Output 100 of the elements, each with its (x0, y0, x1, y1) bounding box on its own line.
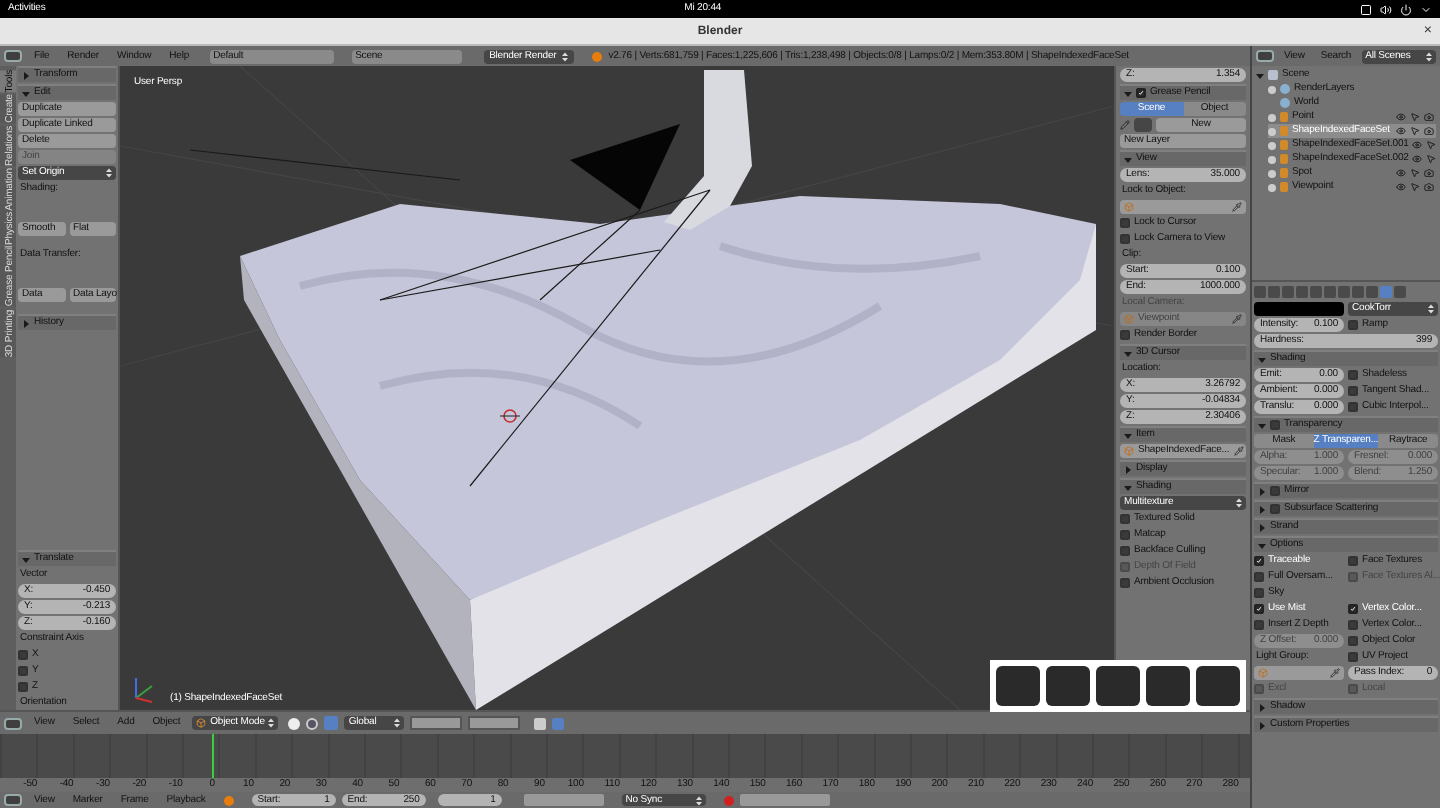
expanded-triangle-icon[interactable] (1258, 355, 1266, 363)
eyedropper-icon (1232, 314, 1242, 324)
thumbnail-placeholder[interactable] (1096, 666, 1140, 706)
expand-plus-icon[interactable] (1268, 113, 1276, 121)
expanded-triangle-icon[interactable] (1124, 483, 1132, 491)
checkbox[interactable] (1348, 320, 1358, 330)
checkbox[interactable] (1270, 486, 1280, 496)
checkbox[interactable] (1120, 218, 1130, 228)
volume-icon[interactable] (1380, 3, 1392, 15)
checkbox[interactable] (1136, 88, 1146, 98)
checkbox[interactable] (1270, 420, 1280, 430)
expand-plus-icon[interactable] (1268, 127, 1276, 135)
collapsed-triangle-icon[interactable] (1258, 721, 1266, 729)
expanded-triangle-icon[interactable] (1124, 349, 1132, 357)
camera-icon[interactable] (1424, 126, 1434, 136)
eyedropper-icon (1233, 446, 1244, 456)
keying-set-field[interactable] (739, 794, 830, 806)
browse-dropdown[interactable] (1134, 118, 1152, 132)
property-tab-icon[interactable] (1282, 286, 1294, 298)
property-tab-icon[interactable] (1352, 286, 1364, 298)
checkbox[interactable] (1254, 556, 1264, 566)
object-picker-field[interactable] (1254, 666, 1344, 680)
editor-type-icon[interactable] (4, 794, 22, 806)
expand-plus-icon[interactable] (1268, 169, 1276, 177)
color-swatch[interactable] (1254, 302, 1344, 316)
lock-icon[interactable] (534, 717, 547, 729)
expand-plus-icon[interactable] (1268, 141, 1276, 149)
checkbox[interactable] (1348, 370, 1358, 380)
expanded-triangle-icon[interactable] (1258, 541, 1266, 549)
expanded-triangle-icon[interactable] (1124, 155, 1132, 163)
object-picker-field[interactable] (1120, 200, 1246, 214)
pivot-icon[interactable] (306, 717, 319, 729)
checkbox[interactable] (1120, 514, 1130, 524)
expanded-triangle-icon[interactable] (1256, 71, 1264, 79)
checkbox[interactable] (1120, 578, 1130, 588)
expanded-triangle-icon[interactable] (22, 89, 30, 97)
axis-gizmo-icon (135, 677, 153, 703)
property-tab-icon[interactable] (1310, 286, 1322, 298)
eye-icon[interactable] (1396, 168, 1406, 178)
checkbox[interactable] (18, 666, 28, 676)
property-tab-icon[interactable] (1338, 286, 1350, 298)
expand-plus-icon[interactable] (1268, 85, 1276, 93)
property-tab-icon[interactable] (1268, 286, 1280, 298)
camera-icon[interactable] (1424, 168, 1434, 178)
expanded-triangle-icon[interactable] (1258, 421, 1266, 429)
collapsed-triangle-icon[interactable] (1258, 523, 1266, 531)
checkbox[interactable] (1348, 402, 1358, 412)
preview-range-icon[interactable] (223, 795, 234, 805)
timeline-track[interactable] (0, 734, 1250, 778)
editor-type-icon[interactable] (4, 50, 22, 62)
property-tab-icon[interactable] (1324, 286, 1336, 298)
property-tab-icon[interactable] (1366, 286, 1378, 298)
eye-icon[interactable] (1396, 182, 1406, 192)
expand-plus-icon[interactable] (1268, 183, 1276, 191)
checkbox[interactable] (1120, 546, 1130, 556)
power-icon[interactable] (1400, 3, 1412, 15)
expanded-triangle-icon[interactable] (1124, 431, 1132, 439)
collapsed-triangle-icon[interactable] (22, 319, 30, 327)
checkbox[interactable] (1348, 620, 1358, 630)
display-icon[interactable] (1360, 3, 1372, 15)
checkbox[interactable] (18, 650, 28, 660)
expanded-triangle-icon[interactable] (1124, 89, 1132, 97)
checkbox[interactable] (1348, 556, 1358, 566)
checkbox[interactable] (1120, 234, 1130, 244)
collapsed-triangle-icon[interactable] (22, 71, 30, 79)
checkbox[interactable] (1270, 504, 1280, 514)
caret-icon[interactable] (1420, 3, 1432, 15)
property-tab-icon[interactable] (1296, 286, 1308, 298)
checkbox[interactable] (1254, 604, 1264, 614)
editor-type-icon[interactable] (1256, 50, 1274, 62)
eye-icon[interactable] (1412, 140, 1423, 150)
property-tab-icon[interactable] (1394, 286, 1406, 298)
thumbnail-placeholder[interactable] (1146, 666, 1190, 706)
eye-icon[interactable] (1396, 112, 1406, 122)
checkbox[interactable] (1254, 620, 1264, 630)
checkbox[interactable] (1120, 530, 1130, 540)
eye-icon[interactable] (1396, 126, 1406, 136)
collapsed-triangle-icon[interactable] (1258, 505, 1266, 513)
expand-plus-icon[interactable] (1268, 155, 1276, 163)
checkbox[interactable] (1120, 330, 1130, 340)
expanded-triangle-icon[interactable] (22, 555, 30, 563)
collapsed-triangle-icon[interactable] (1124, 465, 1132, 473)
thumbnail-placeholder[interactable] (1196, 666, 1240, 706)
checkbox[interactable] (1348, 652, 1358, 662)
collapsed-triangle-icon[interactable] (1258, 487, 1266, 495)
camera-icon[interactable] (1424, 112, 1434, 122)
property-tab-icon[interactable] (1254, 286, 1266, 298)
camera-icon[interactable] (1424, 182, 1434, 192)
checkbox[interactable] (1254, 572, 1264, 582)
checkbox[interactable] (1348, 386, 1358, 396)
checkbox[interactable] (1348, 604, 1358, 614)
checkbox[interactable] (1348, 636, 1358, 646)
editor-type-icon[interactable] (4, 717, 22, 729)
thumbnail-placeholder[interactable] (996, 666, 1040, 706)
eye-icon[interactable] (1412, 154, 1423, 164)
collapsed-triangle-icon[interactable] (1258, 703, 1266, 711)
checkbox[interactable] (18, 682, 28, 692)
thumbnail-placeholder[interactable] (1046, 666, 1090, 706)
checkbox[interactable] (1254, 588, 1264, 598)
camera-drawing[interactable] (570, 124, 680, 210)
